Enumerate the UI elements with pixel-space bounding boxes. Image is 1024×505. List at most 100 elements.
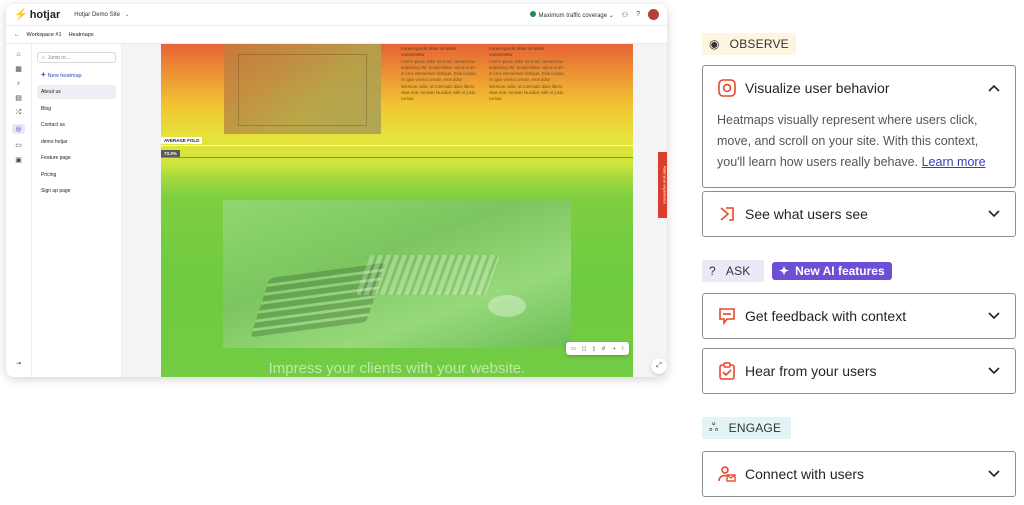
hear-card[interactable]: Hear from your users: [702, 348, 1016, 394]
share-icon[interactable]: ⇢: [609, 346, 617, 352]
new-heatmap-button[interactable]: + New heatmap: [41, 70, 116, 79]
recording-icon: [717, 204, 737, 224]
device-toolbar: ▭ ▢ ▯ ↺ ⇢ ⊺: [566, 342, 630, 355]
list-item[interactable]: About us: [37, 85, 116, 99]
hotjar-app-window: ⚡ hotjar Hotjar Demo Site ⌄ Maximum traf…: [6, 4, 667, 377]
site-selector[interactable]: Hotjar Demo Site ⌄: [74, 11, 129, 18]
lightbulb-icon[interactable]: ♁: [16, 80, 21, 87]
lorem-heading-1: Lorem ipsum dolor sit amet consectetur: [401, 46, 456, 58]
observe-label: OBSERVE: [729, 37, 789, 51]
hear-card-header[interactable]: Hear from your users: [703, 349, 1015, 393]
lorem-body-1: Lorem ipsum dolor sit amet, consectetur …: [401, 58, 477, 102]
desk-photo: [223, 200, 571, 348]
question-icon: ?: [709, 264, 716, 278]
breadcrumb: ← Workspace #1 Heatmaps: [6, 26, 667, 44]
home-icon[interactable]: ⌂: [16, 51, 20, 58]
list-item[interactable]: Sign up page: [37, 184, 116, 198]
see-card[interactable]: See what users see: [702, 191, 1016, 237]
hotjar-logo[interactable]: ⚡ hotjar: [14, 8, 61, 22]
avatar[interactable]: [648, 9, 659, 20]
visualize-card-body: Heatmaps visually represent where users …: [703, 110, 1015, 187]
feedback-icon[interactable]: ▭: [15, 141, 22, 149]
search-placeholder: Jump to...: [47, 54, 70, 61]
scroll-percent-badge: 73.3%: [161, 150, 180, 157]
list-item[interactable]: Feature page: [37, 151, 116, 165]
feedback-card[interactable]: Get feedback with context: [702, 293, 1016, 339]
average-fold-line: [161, 145, 633, 146]
plus-icon: +: [41, 70, 46, 79]
dashboard-icon[interactable]: ▦: [15, 65, 22, 73]
office-photo: [224, 44, 381, 134]
breadcrumb-section[interactable]: Heatmaps: [69, 32, 94, 38]
search-input[interactable]: ⌕ Jump to...: [37, 52, 116, 63]
heatmap-list-sidebar: ⌕ Jump to... + New heatmap About us Blog …: [32, 44, 122, 377]
heatmaps-icon[interactable]: ◎: [12, 124, 25, 134]
see-card-title: See what users see: [745, 206, 868, 222]
chevron-down-icon: [987, 467, 1001, 481]
visualize-card[interactable]: Visualize user behavior Heatmaps visuall…: [702, 65, 1016, 188]
help-icon[interactable]: ?: [636, 11, 640, 18]
topbar-actions: Maximum traffic coverage ⌄ ⚇ ?: [529, 9, 659, 20]
pin-icon[interactable]: ⊺: [620, 346, 627, 352]
back-arrow-icon[interactable]: ←: [14, 32, 20, 38]
chevron-up-icon: [987, 81, 1001, 95]
engage-section-label: ஃ ENGAGE: [702, 417, 791, 439]
icon-rail: ⌂ ▦ ♁ ▤ ⤮ ◎ ▭ ▣ ⇥: [6, 44, 32, 377]
list-item[interactable]: Pricing: [37, 168, 116, 182]
lorem-heading-2: Lorem ipsum dolor sit amet consectetur: [489, 46, 544, 58]
chevron-down-icon: ⌄: [124, 12, 130, 18]
feedback-icon: [717, 306, 737, 326]
traffic-coverage-selector[interactable]: Maximum traffic coverage ⌄: [529, 10, 614, 19]
hotjar-flame-icon: ⚡: [14, 9, 28, 21]
ask-section-label: ? ASK: [702, 260, 764, 282]
feedback-card-header[interactable]: Get feedback with context: [703, 294, 1015, 338]
ai-badge-label: New AI features: [795, 264, 885, 278]
lorem-column-1: Lorem ipsum dolor sit amet consectetur L…: [401, 46, 479, 103]
visualize-card-title: Visualize user behavior: [745, 80, 890, 96]
breadcrumb-workspace[interactable]: Workspace #1: [27, 32, 62, 38]
traffic-status-dot: [529, 10, 536, 17]
engage-label: ENGAGE: [728, 421, 782, 435]
impress-text: Impress your clients with your website.: [268, 360, 526, 377]
heatmap-icon: [717, 78, 737, 98]
search-icon: ⌕: [42, 54, 45, 61]
list-item[interactable]: Blog: [37, 102, 116, 116]
tablet-icon[interactable]: ▢: [580, 346, 589, 352]
surveys-icon[interactable]: ▣: [15, 156, 22, 164]
heatmap-list: About us Blog Contact us demo hotjar Fea…: [37, 85, 116, 198]
eye-icon: ◉: [709, 37, 720, 51]
feedback-tab[interactable]: Rate your experience: [658, 152, 667, 218]
chevron-down-icon: [987, 309, 1001, 323]
survey-icon: [717, 361, 737, 381]
new-heatmap-label: New heatmap: [47, 73, 82, 79]
connect-card-header[interactable]: Connect with users: [703, 452, 1015, 496]
ask-label: ASK: [725, 264, 751, 278]
visualize-card-header[interactable]: Visualize user behavior: [703, 66, 1015, 110]
see-card-header[interactable]: See what users see: [703, 192, 1015, 236]
learn-more-link[interactable]: Learn more: [922, 155, 986, 169]
expand-icon[interactable]: ⤢: [651, 358, 667, 374]
connect-card[interactable]: Connect with users: [702, 451, 1016, 497]
funnels-icon[interactable]: ⤮: [16, 109, 22, 117]
average-fold-label: AVERAGE FOLD: [161, 137, 203, 144]
sparkle-icon: ✦: [779, 264, 790, 278]
collapse-sidebar-icon[interactable]: ⇥: [16, 360, 21, 367]
scroll-heatmap[interactable]: Lorem ipsum dolor sit amet consectetur L…: [161, 44, 633, 377]
app-topbar: ⚡ hotjar Hotjar Demo Site ⌄ Maximum traf…: [6, 4, 667, 26]
observe-section-label: ◉ OBSERVE: [702, 33, 796, 55]
connect-card-title: Connect with users: [745, 466, 865, 482]
mobile-icon[interactable]: ▯: [590, 346, 597, 352]
logo-text: hotjar: [29, 8, 61, 21]
lorem-body-2: Lorem ipsum dolor sit amet, consectetur …: [489, 58, 565, 102]
user-add-icon[interactable]: ⚇: [622, 11, 628, 19]
feedback-card-title: Get feedback with context: [745, 308, 907, 324]
undo-icon[interactable]: ↺: [599, 346, 607, 352]
recordings-icon[interactable]: ▤: [15, 94, 22, 102]
scroll-percent-line: [161, 157, 633, 158]
list-item[interactable]: Contact us: [37, 118, 116, 132]
desktop-icon[interactable]: ▭: [569, 346, 578, 352]
ai-features-badge[interactable]: ✦ New AI features: [772, 262, 892, 280]
user-mail-icon: [717, 464, 737, 484]
list-item[interactable]: demo hotjar: [37, 135, 116, 149]
hear-card-title: Hear from your users: [745, 363, 877, 379]
